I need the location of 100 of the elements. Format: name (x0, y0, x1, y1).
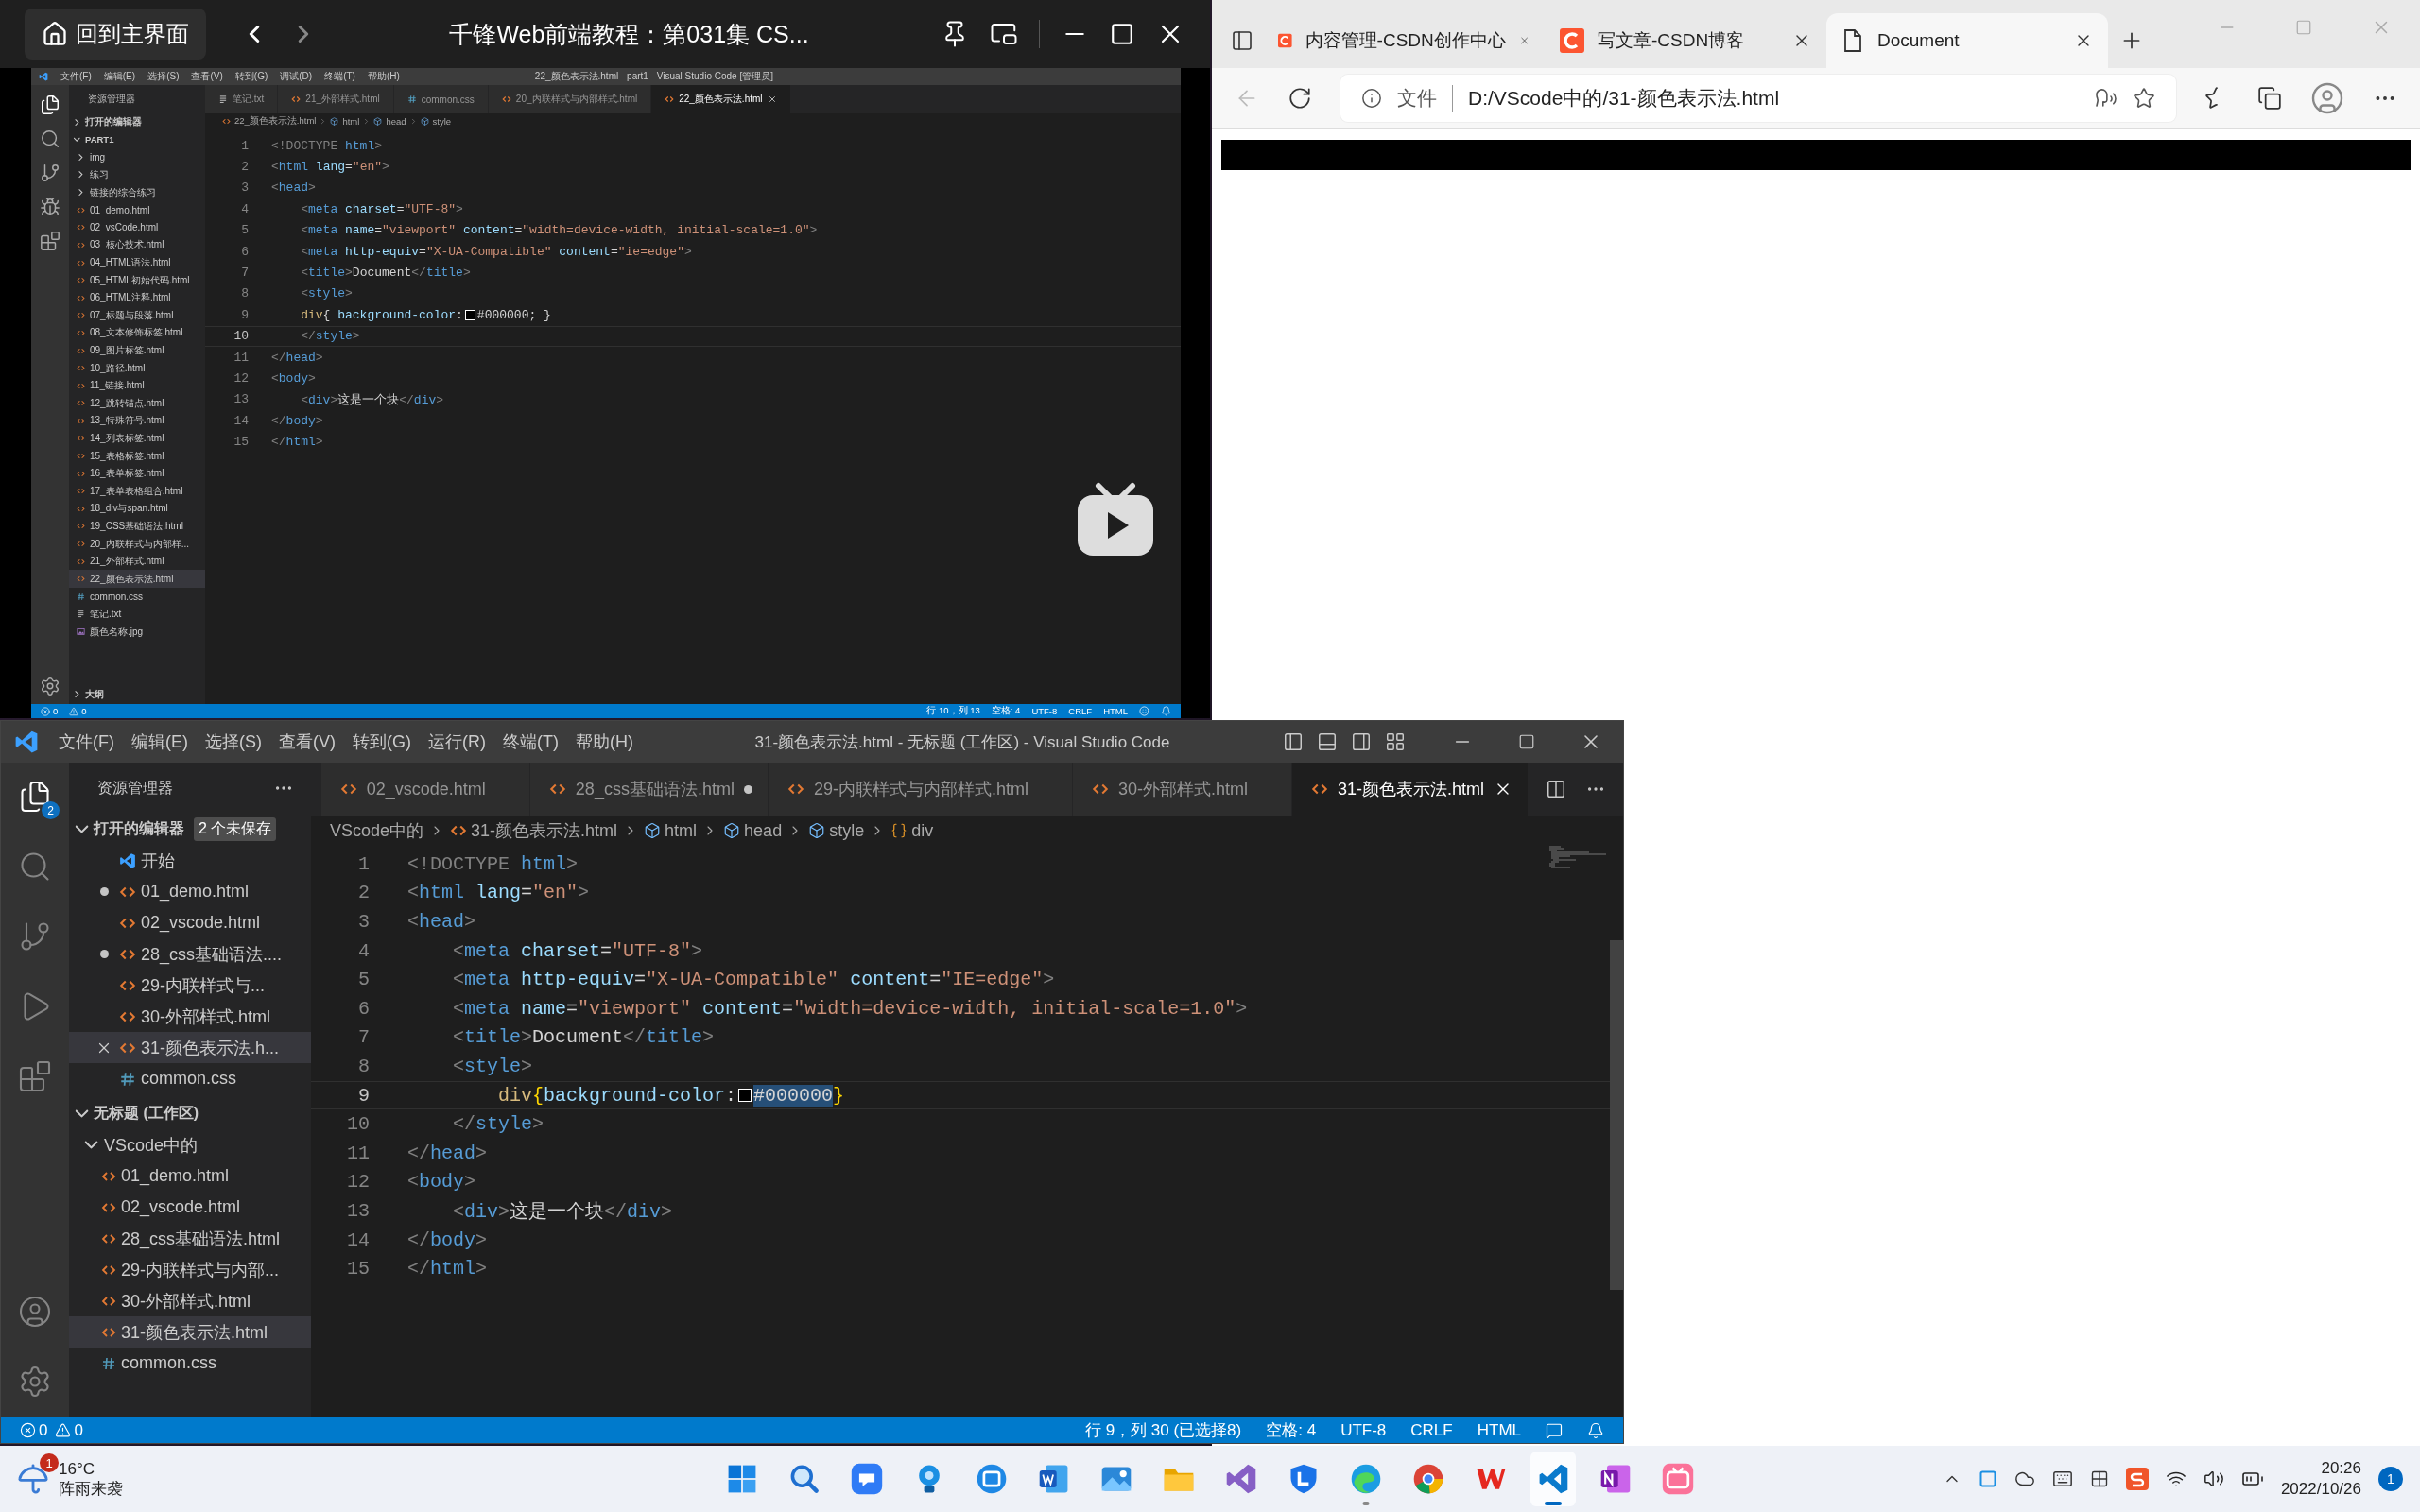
scrollbar[interactable] (1610, 940, 1623, 1290)
file-item[interactable]: 10_路径.html (69, 359, 205, 377)
settings-icon[interactable] (40, 676, 60, 696)
file-item[interactable]: 09_图片标签.html (69, 341, 205, 360)
maximize-icon[interactable] (1110, 22, 1134, 46)
read-aloud-icon[interactable] (2095, 86, 2118, 110)
open-editor-item[interactable]: 29-内联样式与... (69, 970, 311, 1001)
bell-icon[interactable] (1587, 1421, 1604, 1439)
menu-item[interactable]: 转到(G) (344, 730, 420, 753)
file-item[interactable]: common.css (69, 588, 205, 606)
editor-tab[interactable]: common.css (393, 85, 489, 113)
status-item[interactable]: 行 10，列 13 (926, 705, 980, 717)
file-item[interactable]: 13_特殊符号.html (69, 412, 205, 430)
error-count[interactable]: 0 (41, 706, 59, 716)
close-icon[interactable] (767, 94, 777, 104)
menu-item[interactable]: 终端(T) (494, 730, 567, 753)
warning-count[interactable]: 0 (69, 706, 87, 716)
folder-item[interactable]: img (69, 148, 205, 166)
section-header[interactable]: 大纲 (69, 685, 205, 704)
file-item[interactable]: 28_css基础语法.html (69, 1223, 311, 1254)
editor-tab[interactable]: 02_vscode.html (320, 763, 530, 816)
file-item[interactable]: 15_表格标签.html (69, 447, 205, 465)
search-icon[interactable] (18, 850, 52, 884)
file-item[interactable]: 31-颜色表示法.html (69, 1316, 311, 1348)
error-count[interactable]: 0 (20, 1420, 48, 1440)
open-editor-item[interactable]: 开始 (69, 845, 311, 876)
browser-tab[interactable]: Document (1826, 13, 2108, 68)
files-icon[interactable] (18, 780, 52, 814)
breadcrumb-item[interactable]: head (373, 116, 406, 127)
breadcrumb-item[interactable]: div (890, 820, 934, 841)
editor-tab[interactable]: 31-颜色表示法.html (1291, 763, 1529, 816)
home-button[interactable]: 回到主界面 (25, 9, 206, 60)
menu-item[interactable]: 帮助(H) (367, 70, 400, 83)
search-icon[interactable] (40, 129, 60, 149)
menu-item[interactable]: 查看(V) (270, 730, 344, 753)
file-item[interactable]: 笔记.txt (69, 605, 205, 624)
section-header[interactable]: 无标题 (工作区) (69, 1098, 311, 1129)
file-item[interactable]: 17_表单表格组合.html (69, 482, 205, 501)
app-logo-icon[interactable] (2125, 1468, 2149, 1490)
file-item[interactable]: 02_vscode.html (69, 1192, 311, 1223)
notification-count[interactable]: 1 (2378, 1467, 2403, 1491)
editor-tab[interactable]: 笔记.txt (205, 85, 279, 113)
menu-item[interactable]: 终端(T) (324, 70, 355, 83)
avatar-icon[interactable] (2310, 80, 2344, 115)
menu-item[interactable]: 编辑(E) (103, 70, 136, 83)
panel-bottom-icon[interactable] (1317, 731, 1338, 752)
editor-tab[interactable]: 22_颜色表示法.html (651, 85, 791, 113)
input-method-icon[interactable] (2089, 1469, 2109, 1488)
address-bar[interactable]: 文件 D:/VScode中的/31-颜色表示法.html (1340, 74, 2176, 122)
status-item[interactable]: HTML (1103, 706, 1128, 716)
file-item[interactable]: 07_标题与段落.html (69, 306, 205, 325)
status-item[interactable]: 空格: 4 (991, 705, 1021, 717)
add-favorite-icon[interactable] (2133, 86, 2155, 110)
menu-item[interactable]: 编辑(E) (123, 730, 197, 753)
editor-tab[interactable]: 20_内联样式与内部样式.html (488, 85, 652, 113)
taskbar-app[interactable] (1530, 1452, 1576, 1506)
open-editor-item[interactable]: 31-颜色表示法.h... (69, 1032, 311, 1063)
bug-icon[interactable] (40, 197, 60, 217)
file-item[interactable]: 06_HTML注释.html (69, 288, 205, 307)
browser-tab[interactable]: 写文章-CSDN博客 (1545, 13, 1826, 68)
bell-icon[interactable] (1161, 706, 1171, 716)
menu-item[interactable]: 转到(G) (234, 70, 268, 83)
folder-item[interactable]: VScode中的 (69, 1129, 311, 1160)
status-item[interactable]: UTF-8 (1340, 1420, 1387, 1440)
account-icon[interactable] (18, 1295, 52, 1329)
files-icon[interactable] (40, 94, 60, 115)
smiley-icon[interactable] (1139, 706, 1150, 716)
refresh-icon[interactable] (1288, 85, 1312, 111)
browser-tab[interactable]: 内容管理-CSDN创作中心 (1263, 13, 1545, 68)
editor-tab[interactable]: 30-外部样式.html (1072, 763, 1292, 816)
open-editor-item[interactable]: 01_demo.html (69, 876, 311, 907)
keyboard-icon[interactable] (2051, 1469, 2073, 1489)
blocks-icon[interactable] (18, 1059, 52, 1093)
file-item[interactable]: 14_列表标签.html (69, 429, 205, 448)
file-item[interactable]: 01_demo.html (69, 200, 205, 219)
file-item[interactable]: 16_表单标签.html (69, 464, 205, 483)
file-item[interactable]: 08_文本修饰标签.html (69, 324, 205, 342)
file-item[interactable]: common.css (69, 1348, 311, 1379)
volume-icon[interactable] (2203, 1469, 2224, 1489)
menu-item[interactable]: 文件(F) (50, 730, 123, 753)
breadcrumb-item[interactable]: 31-颜色表示法.html (450, 819, 618, 842)
blocks-icon[interactable] (40, 231, 60, 251)
editor-tab[interactable]: 29-内联样式与内部样式.html (768, 763, 1073, 816)
file-item[interactable]: 29-内联样式与内部... (69, 1254, 311, 1285)
file-item[interactable]: 05_HTML初始代码.html (69, 271, 205, 289)
status-item[interactable]: 行 9，列 30 (已选择8) (1084, 1419, 1242, 1441)
menu-item[interactable]: 运行(R) (420, 730, 494, 753)
section-header[interactable]: 打开的编辑器 2 个未保存 (69, 814, 311, 845)
editor-tab[interactable]: 28_css基础语法.html (529, 763, 769, 816)
branch-icon[interactable] (40, 163, 60, 183)
file-item[interactable]: 20_内联样式与内部样... (69, 535, 205, 553)
menu-item[interactable]: 调试(D) (280, 70, 313, 83)
collections-icon[interactable] (2257, 85, 2282, 111)
open-editor-item[interactable]: common.css (69, 1063, 311, 1094)
breadcrumb-item[interactable]: VScode中的 (330, 819, 424, 842)
status-item[interactable]: CRLF (1068, 706, 1093, 716)
warning-count[interactable]: 0 (55, 1420, 83, 1440)
app-tray-icon[interactable] (1978, 1469, 1997, 1488)
file-item[interactable]: 22_颜色表示法.html (69, 570, 205, 589)
menu-item[interactable]: 选择(S) (197, 730, 270, 753)
